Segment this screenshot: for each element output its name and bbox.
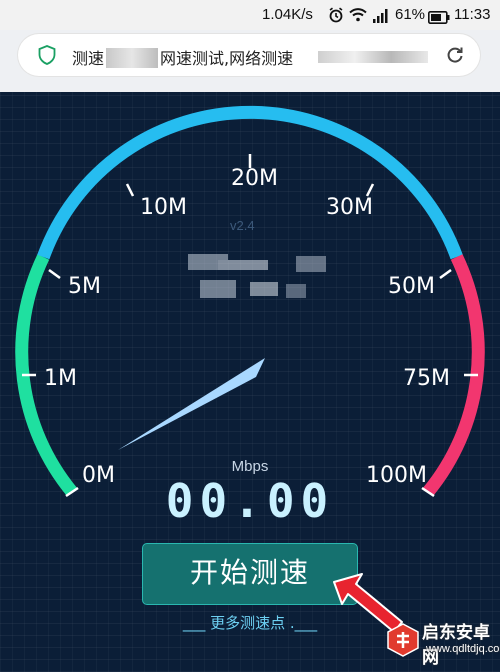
watermark: 启东安卓网 www.qdltdjq.com xyxy=(380,610,500,672)
speed-test-panel: 0M 1M 5M 10M 20M 30M 50M 75M 100M v2.4 M… xyxy=(0,92,500,672)
start-test-button[interactable]: 开始测速 xyxy=(142,543,358,605)
shield-icon xyxy=(38,45,56,69)
center-redaction xyxy=(188,254,326,298)
tick-label-5m: 5M xyxy=(68,274,101,299)
refresh-icon[interactable] xyxy=(445,45,465,69)
signal-icon xyxy=(373,8,389,27)
clock-time: 11:33 xyxy=(454,6,491,23)
page-title-part2: 网速测试,网络测速 xyxy=(160,49,294,68)
watermark-logo-icon xyxy=(387,623,419,657)
alarm-icon xyxy=(328,7,344,27)
tick-label-75m: 75M xyxy=(403,366,450,391)
speed-value: 00.00 xyxy=(165,474,335,528)
network-speed: 1.04K/s xyxy=(262,6,313,23)
page-title-part1: 测速 xyxy=(72,49,105,68)
url-redaction xyxy=(318,51,428,63)
tick-label-50m: 50M xyxy=(388,274,435,299)
watermark-url: www.qdltdjq.com xyxy=(426,643,500,655)
gauge-needle xyxy=(118,358,265,450)
tick-mark-5m xyxy=(48,268,61,280)
wifi-icon xyxy=(349,7,367,27)
status-bar: 1.04K/s 61% 11:33 xyxy=(0,0,500,30)
version-label: v2.4 xyxy=(230,218,255,233)
tick-mark-10m xyxy=(125,183,135,197)
tick-mark-50m xyxy=(439,268,452,280)
battery-icon xyxy=(428,9,450,28)
battery-percent: 61% xyxy=(395,6,426,23)
tick-label-20m: 20M xyxy=(231,166,278,191)
tick-label-1m: 1M xyxy=(44,366,77,391)
tick-label-10m: 10M xyxy=(140,195,187,220)
title-redaction xyxy=(106,48,159,68)
tick-label-30m: 30M xyxy=(326,195,373,220)
page-title: 测速 网速测试,网络测速 xyxy=(72,45,293,69)
address-bar[interactable]: 测速 网速测试,网络测速 xyxy=(18,34,480,76)
speed-unit-label: Mbps xyxy=(231,458,269,475)
